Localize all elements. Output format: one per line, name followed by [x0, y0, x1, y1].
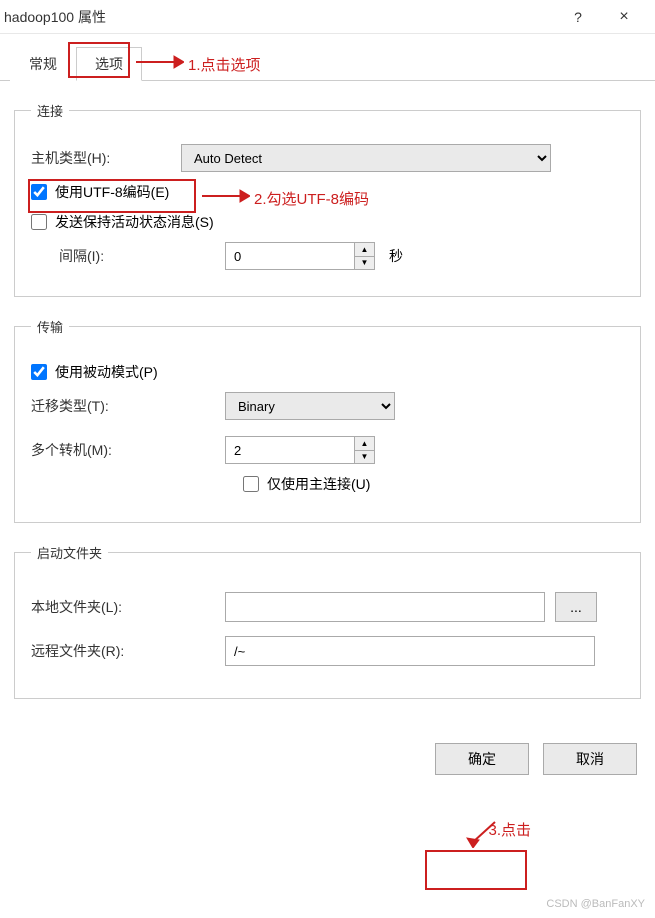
ok-button[interactable]: 确定 [435, 743, 529, 775]
input-multi[interactable] [225, 436, 355, 464]
label-keepalive: 发送保持活动状态消息(S) [55, 212, 214, 232]
label-passive: 使用被动模式(P) [55, 362, 158, 382]
checkbox-primary-row: 仅使用主连接(U) [199, 474, 624, 494]
window-title: hadoop100 属性 [4, 7, 555, 27]
checkbox-passive-row: 使用被动模式(P) [31, 362, 624, 382]
checkbox-keepalive-row: 发送保持活动状态消息(S) [31, 212, 624, 232]
label-local-folder: 本地文件夹(L): [31, 597, 181, 617]
checkbox-passive[interactable] [31, 364, 47, 380]
select-host-type[interactable]: Auto Detect [181, 144, 551, 172]
spinner-multi[interactable]: ▲▼ [355, 436, 375, 464]
checkbox-keepalive[interactable] [31, 214, 47, 230]
label-remote-folder: 远程文件夹(R): [31, 641, 181, 661]
checkbox-utf8[interactable] [31, 184, 47, 200]
button-bar: 确定 取消 [0, 729, 655, 789]
row-interval: 间隔(I): ▲▼ 秒 [31, 242, 624, 270]
legend-connection: 连接 [31, 101, 69, 120]
form-area: 连接 主机类型(H): Auto Detect 使用UTF-8编码(E) 发送保… [0, 81, 655, 729]
annotation-box-3 [425, 850, 527, 890]
label-transfer-type: 迁移类型(T): [31, 396, 181, 416]
row-host-type: 主机类型(H): Auto Detect [31, 144, 624, 172]
fieldset-startup: 启动文件夹 本地文件夹(L): ... 远程文件夹(R): [14, 543, 641, 699]
row-multi: 多个转机(M): ▲▼ [31, 436, 624, 464]
help-button[interactable]: ? [555, 1, 601, 33]
label-utf8: 使用UTF-8编码(E) [55, 182, 169, 202]
input-interval[interactable] [225, 242, 355, 270]
row-remote-folder: 远程文件夹(R): [31, 636, 624, 666]
legend-transfer: 传输 [31, 317, 69, 336]
close-button[interactable]: × [601, 1, 647, 33]
tab-row: 常规 选项 [0, 34, 655, 81]
legend-startup: 启动文件夹 [31, 543, 108, 562]
label-primary-only: 仅使用主连接(U) [267, 474, 370, 494]
input-remote-folder[interactable] [225, 636, 595, 666]
arrow-icon [465, 818, 505, 848]
checkbox-primary-only[interactable] [243, 476, 259, 492]
annotation-text-3: 3.点击 [488, 819, 531, 840]
label-multi: 多个转机(M): [31, 440, 181, 460]
spinner-interval[interactable]: ▲▼ [355, 242, 375, 270]
watermark: CSDN @BanFanXY [546, 898, 645, 910]
titlebar: hadoop100 属性 ? × [0, 0, 655, 34]
cancel-button[interactable]: 取消 [543, 743, 637, 775]
label-interval-unit: 秒 [389, 246, 403, 266]
select-transfer-type[interactable]: Binary [225, 392, 395, 420]
label-interval: 间隔(I): [31, 246, 181, 266]
tab-options[interactable]: 选项 [76, 47, 142, 81]
row-local-folder: 本地文件夹(L): ... [31, 592, 624, 622]
row-transfer-type: 迁移类型(T): Binary [31, 392, 624, 420]
label-host-type: 主机类型(H): [31, 148, 181, 168]
browse-button[interactable]: ... [555, 592, 597, 622]
tab-general[interactable]: 常规 [10, 47, 76, 81]
input-local-folder[interactable] [225, 592, 545, 622]
fieldset-transfer: 传输 使用被动模式(P) 迁移类型(T): Binary 多个转机(M): ▲▼… [14, 317, 641, 523]
checkbox-utf8-row: 使用UTF-8编码(E) [31, 182, 624, 202]
fieldset-connection: 连接 主机类型(H): Auto Detect 使用UTF-8编码(E) 发送保… [14, 101, 641, 297]
